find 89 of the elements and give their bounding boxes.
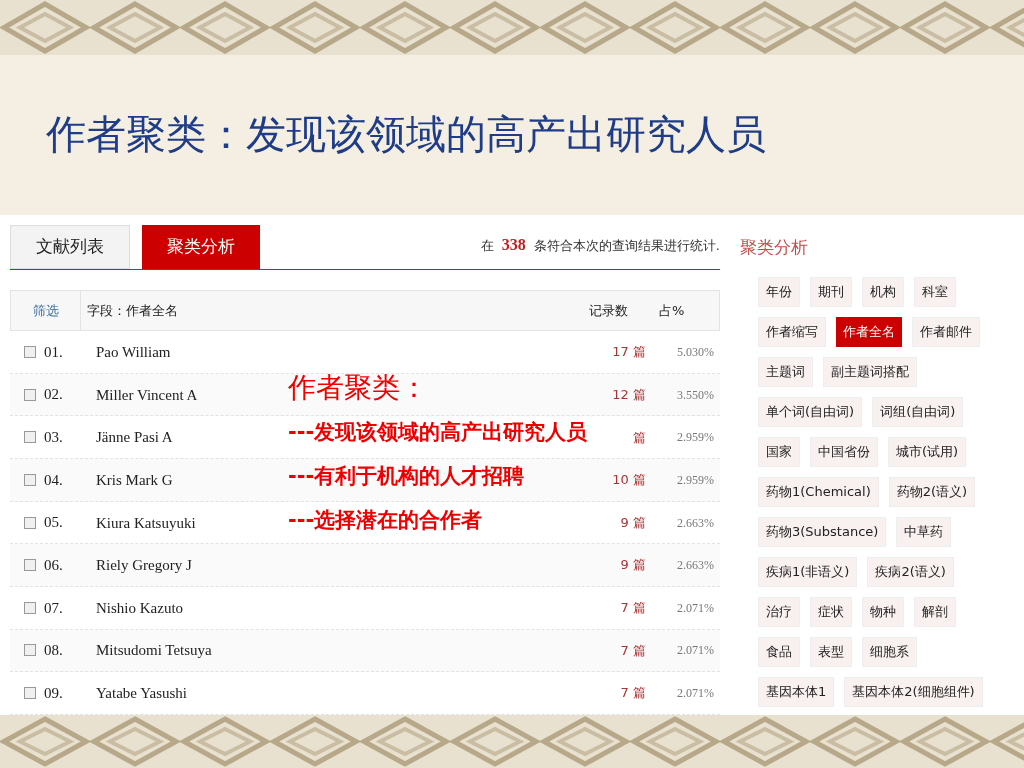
- author-name: Kris Mark G: [96, 471, 173, 488]
- row-number: 03.: [44, 428, 64, 448]
- cluster-tag[interactable]: 疾病2(语义): [867, 556, 954, 587]
- cluster-tag[interactable]: 作者邮件: [912, 316, 980, 347]
- cluster-tag[interactable]: 解剖: [914, 596, 956, 627]
- column-header: 占%: [659, 301, 686, 320]
- record-count: 10 篇: [611, 471, 647, 490]
- column-header: 字段：作者全名: [87, 301, 179, 320]
- author-name: Mitsudomi Tetsuya: [96, 642, 212, 659]
- tab[interactable]: 文献列表: [10, 225, 130, 269]
- record-count: 17 篇: [611, 343, 647, 362]
- percent-value: 2.071%: [676, 642, 715, 660]
- row-checkbox[interactable]: [24, 388, 36, 401]
- row-number: 08.: [44, 641, 64, 661]
- percent-value: 3.550%: [676, 386, 715, 404]
- cluster-tag[interactable]: 物种: [862, 596, 904, 627]
- row-checkbox[interactable]: [24, 473, 36, 486]
- cluster-tag[interactable]: 年份: [758, 276, 800, 307]
- author-name: Miller Vincent A: [96, 386, 198, 403]
- annotation-heading: 作者聚类：: [288, 370, 429, 406]
- cluster-tag[interactable]: 细胞系: [862, 636, 917, 667]
- author-name: Nishio Kazuto: [96, 599, 184, 616]
- cluster-tag[interactable]: 表型: [810, 636, 852, 667]
- cluster-tag[interactable]: 中草药: [896, 516, 952, 547]
- summary-text: 在: [480, 237, 494, 255]
- cluster-tag[interactable]: 作者缩写: [758, 316, 826, 347]
- row-checkbox[interactable]: [24, 559, 36, 572]
- cluster-tag[interactable]: 食品: [758, 636, 800, 667]
- column-header: 记录数: [589, 301, 629, 320]
- record-count: 12 篇: [611, 385, 647, 404]
- cluster-tag[interactable]: 症状: [810, 596, 852, 627]
- row-checkbox[interactable]: [24, 687, 36, 700]
- record-count: 7 篇: [619, 684, 647, 703]
- row-number: 01.: [44, 342, 64, 362]
- result-count: 338: [501, 235, 526, 255]
- row-checkbox[interactable]: [24, 601, 36, 614]
- percent-value: 2.663%: [676, 514, 715, 532]
- percent-value: 2.071%: [676, 685, 715, 703]
- row-number: 02.: [44, 385, 64, 405]
- tab[interactable]: 聚类分析: [142, 225, 260, 269]
- percent-value: 2.959%: [676, 471, 715, 489]
- annotation-line: ---发现该领域的高产出研究人员: [288, 419, 588, 446]
- row-checkbox[interactable]: [24, 346, 36, 358]
- percent-value: 2.959%: [676, 429, 715, 447]
- row-number: 04.: [44, 470, 64, 490]
- column-header: 筛选: [32, 301, 59, 320]
- row-number: 05.: [44, 513, 64, 533]
- cluster-tag[interactable]: 药物3(Substance): [758, 516, 887, 547]
- cluster-tag[interactable]: 期刊: [810, 276, 852, 307]
- cluster-tag[interactable]: 药物1(Chemical): [758, 476, 879, 507]
- author-name: Yatabe Yasushi: [96, 685, 187, 702]
- cluster-tag[interactable]: 药物2(语义): [888, 476, 976, 507]
- author-name: Riely Gregory J: [96, 557, 192, 574]
- cluster-tag[interactable]: 治疗: [758, 596, 800, 627]
- record-count: 7 篇: [619, 641, 647, 660]
- cluster-tag[interactable]: 副主题词搭配: [823, 356, 917, 387]
- cluster-tag[interactable]: 单个词(自由词): [758, 396, 863, 427]
- record-count: 9 篇: [619, 513, 647, 532]
- row-number: 07.: [44, 598, 64, 618]
- row-number: 06.: [44, 555, 64, 575]
- cluster-tag[interactable]: 科室: [914, 276, 956, 307]
- record-count: 7 篇: [619, 599, 647, 618]
- percent-value: 2.071%: [676, 599, 715, 617]
- author-name: Jänne Pasi A: [96, 429, 173, 446]
- slide-title: 作者聚类：发现该领域的高产出研究人员: [46, 111, 766, 159]
- author-name: Pao William: [96, 344, 171, 360]
- cluster-tag[interactable]: 国家: [758, 436, 800, 467]
- cluster-tag[interactable]: 作者全名: [836, 316, 902, 347]
- author-name: Kiura Katsuyuki: [96, 514, 196, 531]
- row-checkbox[interactable]: [24, 644, 36, 657]
- cluster-tag[interactable]: 词组(自由词): [872, 396, 964, 427]
- cluster-tag[interactable]: 城市(试用): [888, 436, 967, 467]
- summary-text: 条符合本次的查询结果进行统计.: [533, 237, 720, 255]
- row-checkbox[interactable]: [24, 431, 36, 444]
- cluster-tag[interactable]: 中国省份: [810, 436, 878, 467]
- row-checkbox[interactable]: [24, 516, 36, 529]
- sidebar-title: 聚类分析: [740, 236, 809, 259]
- cluster-tag[interactable]: 基因本体1: [758, 676, 835, 707]
- record-count: 9 篇: [619, 556, 647, 575]
- percent-value: 2.663%: [676, 557, 715, 575]
- row-number: 09.: [44, 683, 64, 703]
- percent-value: 5.030%: [676, 344, 715, 361]
- annotation-line: ---有利于机构的人才招聘: [288, 463, 526, 490]
- cluster-tag[interactable]: 基因本体2(细胞组件): [844, 676, 983, 707]
- cluster-tag[interactable]: 主题词: [758, 356, 813, 387]
- annotation-line: ---选择潜在的合作者: [288, 507, 484, 534]
- cluster-tag[interactable]: 机构: [862, 276, 904, 307]
- record-count: 篇: [632, 428, 647, 447]
- cluster-tag[interactable]: 疾病1(非语义): [758, 556, 858, 587]
